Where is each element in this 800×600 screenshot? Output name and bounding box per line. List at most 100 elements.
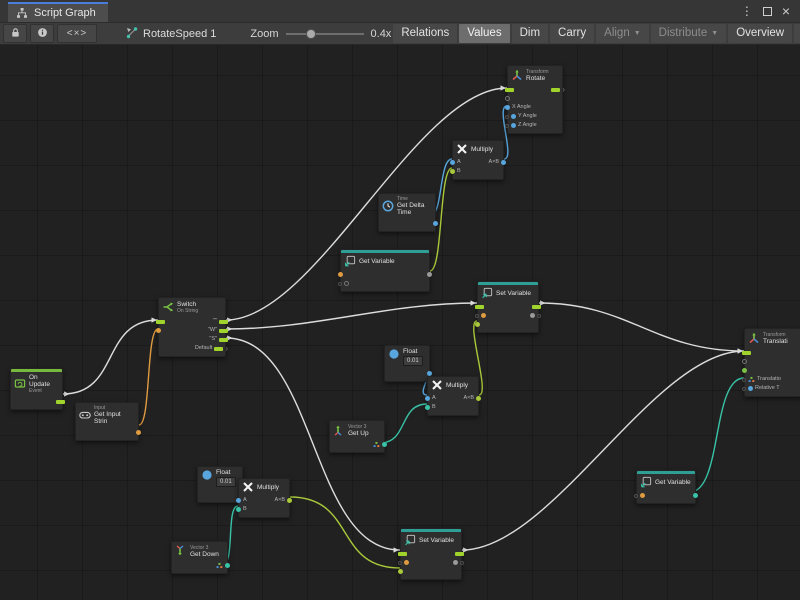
flow-port[interactable] [219, 320, 228, 324]
flow-port[interactable] [398, 552, 407, 556]
toolbar-button-distribute[interactable]: Distribute▼ [651, 24, 727, 43]
edit-code-button[interactable]: <×> [57, 24, 97, 43]
node-header: TimeGet Delta Time [379, 194, 435, 217]
literal-value-field[interactable]: 0.01 [403, 356, 423, 366]
toolbar-button-dim[interactable]: Dim [512, 24, 548, 43]
flow-port[interactable] [551, 88, 560, 92]
value-port[interactable] [398, 569, 403, 574]
graph-canvas[interactable]: On UpdateEvent InputGet Input Strin Switch… [0, 45, 800, 600]
value-port[interactable] [136, 430, 141, 435]
node-on-update[interactable]: On UpdateEvent [10, 368, 63, 410]
node-set-variable-1[interactable]: Set Variable [477, 281, 539, 333]
value-port[interactable] [742, 359, 747, 364]
node-multiply-3[interactable]: MultiplyAA×BB [238, 478, 290, 518]
node-switch-on-string[interactable]: SwitchOn String"""W""S"Default› [158, 297, 226, 357]
node-subtitle: On String [177, 308, 198, 314]
toolbar-button-carry[interactable]: Carry [550, 24, 594, 43]
value-port[interactable] [433, 221, 438, 226]
value-port[interactable] [511, 114, 516, 119]
node-get-delta-time[interactable]: TimeGet Delta Time [378, 193, 436, 232]
value-port[interactable] [450, 169, 455, 174]
value-port[interactable] [693, 493, 698, 498]
value-port[interactable] [425, 405, 430, 410]
node-set-variable-2[interactable]: Set Variable [400, 528, 462, 580]
window-menu-icon[interactable]: ⋮ [741, 0, 753, 22]
wire-white[interactable] [63, 320, 158, 394]
toolbar-button-full-scre[interactable]: Full Scre [794, 24, 800, 43]
zoom-slider-thumb[interactable] [306, 29, 316, 39]
node-title: Multiply [257, 484, 279, 491]
node-translate[interactable]: TransformTranslatiTranslatioRelative T [744, 328, 800, 397]
node-get-variable-2[interactable]: Get Variable [636, 470, 696, 504]
value-port[interactable] [505, 105, 510, 110]
value-port[interactable] [344, 281, 349, 286]
value-port[interactable] [453, 560, 458, 565]
value-port[interactable] [425, 396, 430, 401]
node-get-variable-1[interactable]: Get Variable [340, 249, 430, 292]
toolbar-button-overview[interactable]: Overview [728, 24, 792, 43]
wire-lime[interactable] [290, 497, 400, 568]
flow-port[interactable] [505, 88, 514, 92]
value-port[interactable] [640, 493, 645, 498]
close-icon[interactable]: × [782, 0, 790, 22]
wire-teal[interactable] [690, 378, 744, 492]
flow-port[interactable] [475, 305, 484, 309]
wire-white[interactable] [462, 351, 744, 550]
flow-port[interactable] [742, 351, 751, 355]
value-port[interactable] [501, 160, 506, 165]
value-port[interactable] [382, 442, 387, 447]
value-port[interactable] [450, 160, 455, 165]
value-port[interactable] [742, 368, 747, 373]
flow-port[interactable] [219, 338, 228, 342]
value-port[interactable] [156, 328, 161, 333]
value-port[interactable] [475, 322, 480, 327]
zoom-slider[interactable] [286, 28, 364, 40]
maximize-icon[interactable] [763, 7, 772, 16]
node-multiply-2[interactable]: MultiplyAA×BB [427, 376, 479, 416]
flow-port[interactable] [532, 305, 541, 309]
value-port[interactable] [225, 563, 230, 568]
wire-orange[interactable] [139, 329, 158, 425]
port-row: Y Angle [508, 112, 562, 121]
node-vector3-get-up[interactable]: Vector 3Get Up [329, 420, 385, 453]
tab-script-graph[interactable]: Script Graph [8, 2, 108, 22]
flow-port[interactable] [455, 552, 464, 556]
node-vector3-get-down[interactable]: Vector 3Get Down [171, 541, 228, 574]
flow-port[interactable] [214, 347, 223, 351]
value-port[interactable] [530, 313, 535, 318]
toolbar-button-align[interactable]: Align▼ [596, 24, 649, 43]
node-float-1[interactable]: Float0.01 [384, 345, 430, 382]
literal-value-field[interactable]: 0.01 [216, 477, 236, 487]
node-body: ›X AngleY AngleZ Angle [508, 83, 562, 133]
toolbar-button-relations[interactable]: Relations [393, 24, 457, 43]
value-port[interactable] [404, 560, 409, 565]
inspect-button[interactable] [30, 24, 54, 43]
port-label: A [243, 496, 247, 505]
lock-button[interactable] [3, 24, 27, 43]
value-port[interactable] [287, 498, 292, 503]
wire-teal[interactable] [380, 404, 427, 443]
value-port[interactable] [427, 272, 432, 277]
node-body: TranslatioRelative T [745, 346, 800, 396]
wire-white[interactable] [226, 303, 477, 329]
graph-breadcrumb[interactable]: RotateSpeed 1 [125, 26, 216, 42]
value-port[interactable] [481, 313, 486, 318]
node-get-input-string[interactable]: InputGet Input Strin [75, 402, 139, 441]
toolbar-button-values[interactable]: Values [459, 24, 509, 43]
zoom-value: 0.4x [371, 28, 392, 40]
value-port[interactable] [505, 96, 510, 101]
node-multiply-1[interactable]: MultiplyAA×BB [452, 140, 504, 180]
flow-port[interactable] [156, 320, 165, 324]
value-port[interactable] [476, 396, 481, 401]
flow-port[interactable] [219, 329, 228, 333]
value-port[interactable] [236, 498, 241, 503]
flow-port[interactable] [56, 400, 65, 404]
port-label: B [457, 167, 461, 176]
value-port[interactable] [338, 272, 343, 277]
value-port[interactable] [748, 386, 753, 391]
port-label: Y Angle [518, 112, 537, 121]
value-port[interactable] [236, 507, 241, 512]
value-port[interactable] [511, 123, 516, 128]
wire-white[interactable] [539, 303, 744, 351]
node-rotate[interactable]: TransformRotate›X AngleY AngleZ Angle [507, 65, 563, 134]
